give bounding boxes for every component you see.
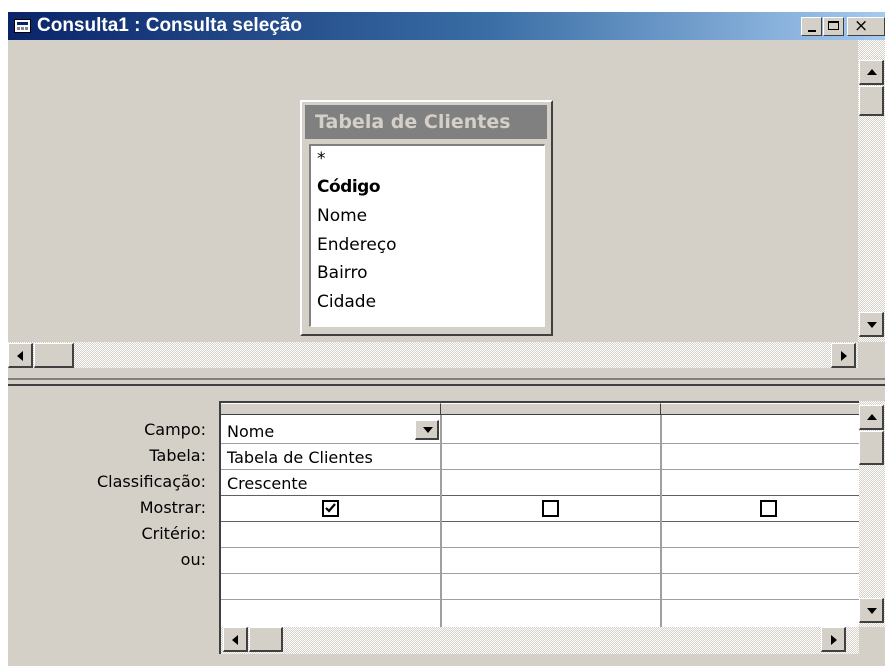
mostrar-checkbox-2[interactable] — [542, 500, 559, 517]
cell-tabela-1[interactable]: Tabela de Clientes — [227, 448, 373, 468]
scrollbar-corner — [858, 342, 885, 368]
column-selector-3[interactable] — [661, 403, 859, 415]
field-item-nome[interactable]: Nome — [317, 206, 367, 226]
arrow-right-icon — [841, 351, 847, 361]
lower-horizontal-scrollbar[interactable] — [219, 627, 859, 654]
title-bar[interactable]: Consulta1 : Consulta seleção × — [8, 12, 885, 40]
upper-horizontal-scrollbar[interactable] — [8, 342, 858, 368]
cell-classificacao-1[interactable]: Crescente — [227, 474, 307, 494]
scroll-left-button[interactable] — [223, 627, 248, 652]
maximize-icon — [828, 21, 839, 30]
field-item-bairro[interactable]: Bairro — [317, 263, 368, 283]
field-item-cidade[interactable]: Cidade — [317, 292, 376, 312]
scroll-thumb[interactable] — [859, 431, 884, 465]
minimize-button[interactable] — [801, 17, 822, 36]
field-list[interactable]: * Código Nome Endereço Bairro Cidade — [309, 144, 545, 327]
minimize-icon — [808, 30, 816, 32]
column-selector-row — [221, 403, 859, 415]
row-label-ou: ou: — [180, 550, 206, 569]
arrow-left-icon — [232, 635, 238, 645]
chevron-down-icon — [423, 427, 433, 433]
close-icon: × — [854, 16, 869, 36]
grid-line — [440, 415, 442, 627]
grid-line — [221, 521, 859, 522]
column-selector-2[interactable] — [441, 403, 661, 415]
arrow-down-icon — [867, 608, 877, 614]
cell-campo-1[interactable]: Nome — [227, 422, 274, 442]
design-grid[interactable]: Nome Tabela de Clientes Crescente — [219, 401, 859, 627]
mostrar-checkbox-1[interactable] — [322, 500, 339, 517]
arrow-right-icon — [831, 635, 837, 645]
table-field-list[interactable]: Tabela de Clientes * Código Nome Endereç… — [300, 100, 553, 336]
field-item-all[interactable]: * — [317, 149, 326, 169]
scroll-up-button[interactable] — [859, 405, 884, 430]
grid-line — [221, 469, 859, 470]
maximize-button[interactable] — [823, 17, 844, 36]
field-item-codigo[interactable]: Código — [317, 177, 381, 197]
arrow-down-icon — [867, 322, 877, 328]
pane-splitter[interactable] — [8, 378, 885, 386]
mostrar-checkbox-3[interactable] — [760, 500, 777, 517]
scroll-right-button[interactable] — [821, 627, 846, 652]
table-field-list-title[interactable]: Tabela de Clientes — [305, 105, 547, 139]
grid-line — [221, 547, 859, 548]
window-title: Consulta1 : Consulta seleção — [37, 15, 303, 36]
close-button[interactable]: × — [847, 17, 885, 36]
table-pane[interactable]: Tabela de Clientes * Código Nome Endereç… — [8, 40, 858, 342]
query-icon[interactable] — [14, 19, 31, 33]
scroll-thumb[interactable] — [34, 343, 74, 368]
arrow-up-icon — [867, 414, 877, 420]
upper-vertical-scrollbar[interactable] — [858, 40, 885, 342]
scroll-left-button[interactable] — [8, 343, 33, 368]
scroll-down-button[interactable] — [859, 312, 884, 337]
arrow-up-icon — [867, 69, 877, 75]
pane-gap — [8, 368, 885, 378]
checkmark-icon — [325, 503, 336, 513]
field-item-endereco[interactable]: Endereço — [317, 235, 397, 255]
scroll-thumb[interactable] — [859, 86, 884, 116]
row-label-tabela: Tabela: — [149, 446, 206, 465]
grid-line — [221, 443, 859, 444]
scroll-down-button[interactable] — [859, 598, 884, 623]
campo-dropdown-button[interactable] — [415, 420, 439, 440]
scroll-thumb[interactable] — [249, 627, 283, 652]
scroll-up-button[interactable] — [859, 60, 884, 85]
grid-line — [221, 599, 859, 600]
row-label-mostrar: Mostrar: — [139, 498, 206, 517]
grid-line — [660, 415, 662, 627]
arrow-left-icon — [17, 351, 23, 361]
lower-vertical-scrollbar[interactable] — [859, 401, 885, 627]
scroll-right-button[interactable] — [831, 343, 856, 368]
row-label-classificacao: Classificação: — [97, 472, 206, 491]
grid-line — [221, 495, 859, 496]
grid-line — [221, 573, 859, 574]
row-label-campo: Campo: — [144, 420, 206, 439]
row-label-criterio: Critério: — [141, 524, 206, 543]
column-selector-1[interactable] — [221, 403, 441, 415]
